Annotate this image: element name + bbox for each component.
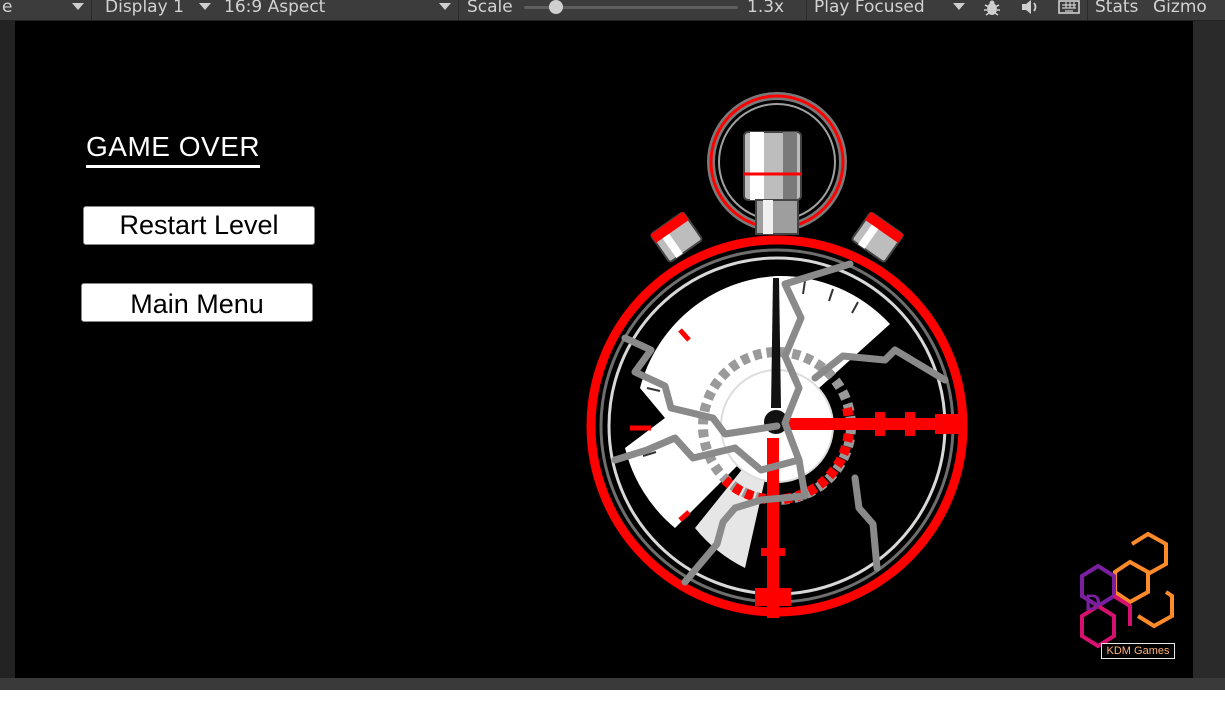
play-mode-chevron-down-icon[interactable]: [953, 3, 965, 10]
logo-text: KDM Games: [1101, 643, 1175, 659]
scale-slider-handle[interactable]: [549, 0, 564, 14]
game-tab-label[interactable]: e: [2, 0, 12, 16]
svg-text:D: D: [1085, 590, 1101, 615]
gizmos-button[interactable]: Gizmo: [1153, 0, 1207, 16]
display-dropdown[interactable]: Display 1: [105, 0, 184, 16]
main-menu-button[interactable]: Main Menu: [81, 283, 313, 322]
scale-value: 1.3x: [747, 0, 785, 17]
aspect-chevron-down-icon[interactable]: [439, 3, 451, 10]
game-view-right-margin: [1193, 21, 1225, 678]
speaker-icon[interactable]: [1020, 0, 1040, 19]
scale-label: Scale: [467, 0, 513, 17]
game-over-title: GAME OVER: [86, 131, 261, 168]
toolbar-divider: [806, 0, 807, 20]
game-view-bottom-bar: [0, 678, 1225, 690]
play-mode-dropdown[interactable]: Play Focused: [814, 0, 925, 16]
bug-icon[interactable]: [983, 0, 1001, 20]
restart-level-button[interactable]: Restart Level: [83, 206, 315, 245]
keyboard-icon[interactable]: [1058, 0, 1080, 19]
toolbar-divider: [91, 0, 92, 20]
aspect-dropdown[interactable]: 16:9 Aspect: [224, 0, 325, 16]
stats-button[interactable]: Stats: [1095, 0, 1138, 16]
display-chevron-down-icon[interactable]: [199, 3, 211, 10]
broken-stopwatch-icon: [586, 92, 968, 618]
game-view-toolbar: e Display 1 16:9 Aspect Scale 1.3x Play …: [0, 0, 1225, 21]
toolbar-divider: [458, 0, 459, 20]
tab-dropdown-icon[interactable]: [72, 3, 84, 10]
toolbar-divider: [1087, 0, 1088, 20]
